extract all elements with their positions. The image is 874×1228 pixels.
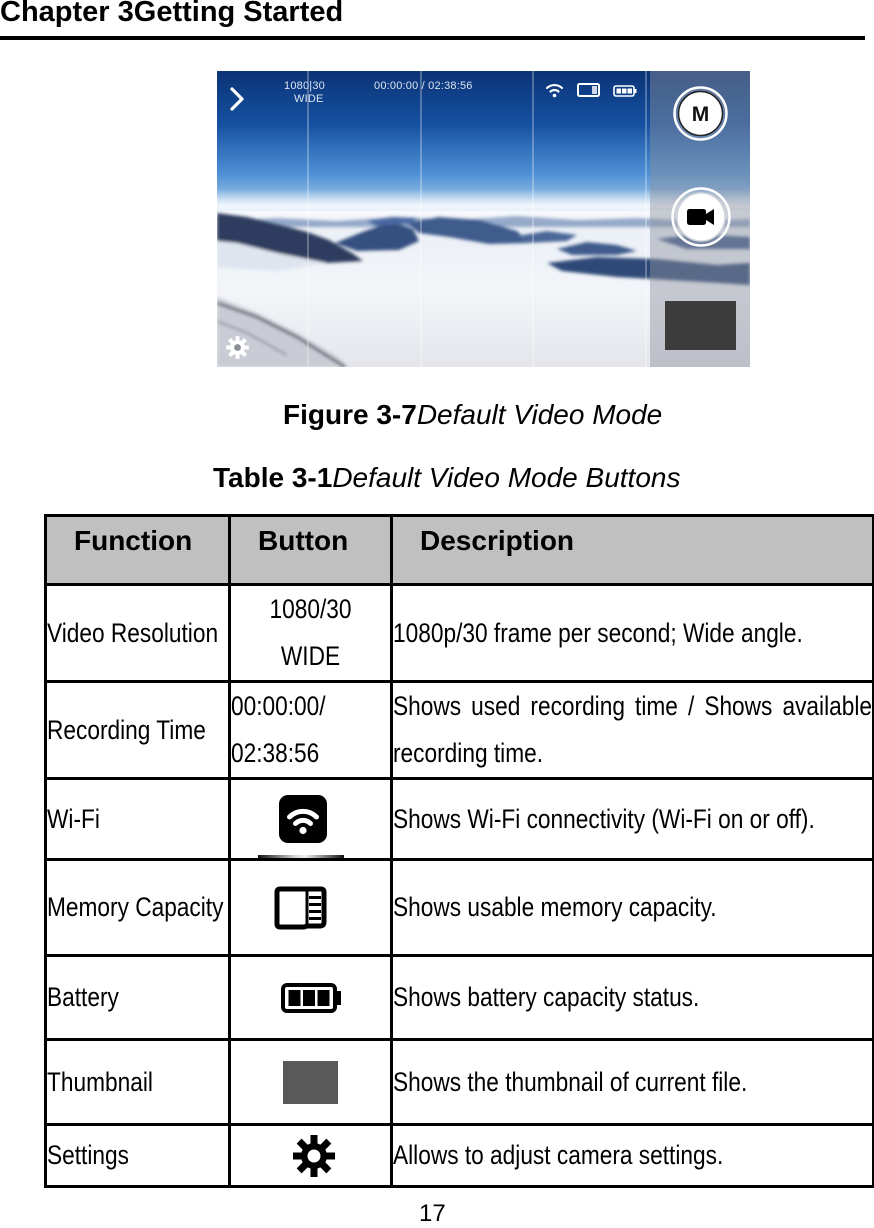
function-label: Wi-Fi [47,803,100,834]
image-artifact-bar [258,855,344,858]
video-mode-screenshot: 1080|30 WIDE 00:00:00 / 02:38:56 M [217,71,750,367]
chevron-right-icon [230,87,244,111]
thumbnail-icon [283,1060,338,1104]
button-cell: 00:00:00/ 02:38:56 [228,680,393,780]
figure-caption: Figure 3-7Default Video Mode [283,398,662,432]
description-cell: Shows used recording time / Shows availa… [390,680,874,780]
function-cell: Wi-Fi [44,777,231,861]
table-title: Default Video Mode Buttons [332,462,681,493]
table-row: Video Resolution 1080/30 WIDE 1080p/30 f… [44,583,874,683]
button-line: 1080/30 [269,594,352,624]
button-cell [228,858,393,957]
screen-recording-time: 00:00:00 / 02:38:56 [374,80,473,92]
description-text: Shows Wi-Fi connectivity (Wi-Fi on or of… [393,803,815,834]
function-label: Thumbnail [47,1066,153,1097]
table-row: Battery Shows battery capacity status. [44,954,874,1041]
description-text: Shows usable memory capacity. [393,892,717,922]
table-label: Table 3-1 [213,462,333,493]
column-header-description: Description [390,514,874,586]
button-line: WIDE [280,641,341,671]
header-rule [0,36,865,40]
function-label: Memory Capacity [47,892,224,922]
memory-card-icon [577,83,600,97]
table-row: Settings Allows to adjust camera setting… [44,1123,874,1188]
description-text: Allows to adjust camera settings. [393,1140,724,1170]
description-text: Shows battery capacity status. [393,982,700,1012]
description-cell: 1080p/30 frame per second; Wide angle. [390,583,874,683]
screen-fov-text: WIDE [294,93,324,105]
function-label: Settings [47,1140,129,1170]
function-label: Video Resolution [47,617,219,648]
button-cell [228,1038,393,1126]
gear-icon [292,1134,335,1177]
wifi-icon [278,795,327,843]
table-row: Memory Capacity Shows usable memory capa… [44,858,874,957]
function-cell: Memory Capacity [44,858,231,957]
description-text: 1080p/30 frame per second; Wide angle. [393,617,803,648]
resolution-value: 1080/30 WIDE [244,586,378,680]
mode-button: M [673,86,728,141]
page-number: 17 [419,1200,446,1227]
chapter-title: Chapter 3Getting Started [0,0,344,28]
table-row: Thumbnail Shows the thumbnail of current… [44,1038,874,1126]
battery-icon [613,85,637,97]
button-cell [228,954,393,1041]
description-text: Shows the thumbnail of current file. [393,1066,748,1097]
battery-icon [280,982,341,1013]
screen-resolution-text: 1080|30 [284,80,325,92]
button-cell [228,777,393,861]
column-header-function: Function [44,514,231,586]
description-cell: Allows to adjust camera settings. [390,1123,874,1188]
column-header-button: Button [228,514,393,586]
figure-label: Figure 3-7 [283,399,417,430]
description-cell: Shows battery capacity status. [390,954,874,1041]
button-line: 00:00:00/ [231,691,326,721]
function-cell: Recording Time [44,680,231,780]
function-cell: Battery [44,954,231,1041]
function-cell: Settings [44,1123,231,1188]
table-caption: Table 3-1Default Video Mode Buttons [213,461,680,495]
description-cell: Shows usable memory capacity. [390,858,874,957]
wifi-icon [545,83,564,98]
function-cell: Thumbnail [44,1038,231,1126]
table-header-row: Function Button Description [44,514,874,586]
description-cell: Shows the thumbnail of current file. [390,1038,874,1126]
mode-button-label: M [692,103,710,126]
video-mode-buttons-table: Function Button Description Video Resolu… [44,514,874,1188]
table-row: Wi-Fi Shows Wi-Fi connectivity (Wi-Fi on… [44,777,874,861]
memory-card-icon [274,886,327,929]
function-cell: Video Resolution [44,583,231,683]
button-cell: 1080/30 WIDE [228,583,393,683]
description-text: Shows used recording time / Shows availa… [393,691,872,768]
function-label: Recording Time [47,714,206,745]
recording-time-value: 00:00:00/ 02:38:56 [231,683,390,777]
table-row: Recording Time 00:00:00/ 02:38:56 Shows … [44,680,874,780]
button-cell [228,1123,393,1188]
function-label: Battery [47,982,119,1012]
description-cell: Shows Wi-Fi connectivity (Wi-Fi on or of… [390,777,874,861]
record-video-button [671,187,731,247]
button-line: 02:38:56 [231,738,320,768]
thumbnail-preview [665,301,736,350]
settings-gear-icon [226,336,249,359]
figure-title: Default Video Mode [416,399,663,430]
